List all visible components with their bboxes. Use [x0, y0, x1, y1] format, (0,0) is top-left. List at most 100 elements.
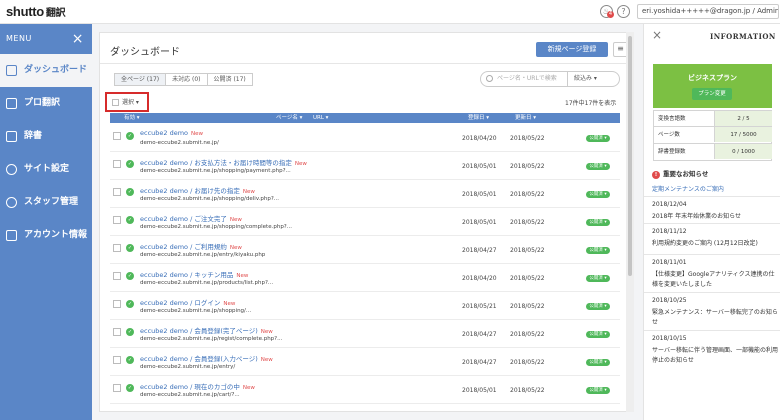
home-icon — [6, 65, 17, 76]
help-icon[interactable]: ? — [617, 5, 630, 18]
page-title-link[interactable]: eccube2 demo / 会員登録(入力ページ) New — [140, 353, 273, 363]
sidebar-item-account[interactable]: アカウント情報 — [0, 219, 92, 252]
new-badge: New — [229, 217, 242, 223]
tab-all[interactable]: 全ページ (17) — [114, 73, 167, 86]
page-title-link[interactable]: eccube2 demo / 現在のカゴの中 New — [140, 381, 255, 391]
status-badge[interactable]: 公開済 ▾ — [586, 387, 610, 394]
page-name: eccube2 demo / お支払方法・お届け時間等の指定 — [140, 159, 292, 167]
table-row[interactable]: ✓ eccube2 demo / ログイン New demo-eccube2.subm… — [110, 292, 620, 320]
table-row[interactable]: ✓ eccube2 demo / 会員登録(完了ページ) New demo-eccub… — [110, 320, 620, 348]
status-badge[interactable]: 公開済 ▾ — [586, 163, 610, 170]
page-name: eccube2 demo / お届け先の指定 — [140, 187, 240, 195]
search-input[interactable]: ページ名・URLで検索 — [480, 71, 568, 87]
row-checkbox[interactable] — [113, 132, 121, 140]
news-item[interactable]: 2018/12/04 2018年 年末年始休業のお知らせ — [652, 201, 778, 222]
page-name: eccube2 demo / ご利用規約 — [140, 243, 227, 251]
stat-value: 17 / 5000 — [714, 127, 772, 142]
user-icon — [6, 197, 17, 208]
registered-date: 2018/04/27 — [462, 359, 497, 366]
col-valid[interactable]: 有効 ▾ — [124, 113, 140, 123]
table-row[interactable]: ✓ eccube2 demo / ご利用規約 New demo-eccube2.sub… — [110, 236, 620, 264]
news-divider — [644, 292, 780, 293]
tab-published[interactable]: 公開済 (17) — [206, 73, 253, 86]
row-checkbox[interactable] — [113, 384, 121, 392]
news-divider — [644, 223, 780, 224]
sidebar-item-site-settings[interactable]: サイト設定 — [0, 153, 92, 186]
sidebar-item-dashboard[interactable]: ダッシュボード — [0, 54, 92, 87]
table-row[interactable]: ✓ eccube2 demo / キッチン用品 New demo-eccube2.su… — [110, 264, 620, 292]
status-badge[interactable]: 公開済 ▾ — [586, 247, 610, 254]
col-page-name[interactable]: ページ名 ▾ — [276, 113, 302, 123]
tab-unhandled[interactable]: 未対応 (0) — [165, 73, 208, 86]
scrollbar-thumb[interactable] — [628, 36, 632, 276]
info-close-icon[interactable]: × — [652, 28, 662, 42]
page-title-link[interactable]: eccube2 demo / ご注文完了 New — [140, 213, 242, 223]
page-title-link[interactable]: eccube2 demo / キッチン用品 New — [140, 269, 248, 279]
sidebar-item-dictionary[interactable]: 辞書 — [0, 120, 92, 153]
table-row[interactable]: ✓ eccube2 demo New demo-eccube2.submit.ne.j… — [110, 124, 620, 152]
page-title-link[interactable]: eccube2 demo New — [140, 129, 203, 137]
new-badge: New — [191, 131, 204, 137]
status-badge[interactable]: 公開済 ▾ — [586, 191, 610, 198]
app-logo[interactable]: shutto 翻訳 — [6, 4, 66, 19]
sidebar: MENU × ダッシュボード プロ翻訳 辞書 サイト設定 スタッフ管理 アカウン… — [0, 24, 92, 420]
filter-dropdown[interactable]: 絞込み ▾ — [567, 71, 620, 87]
table-row[interactable]: ✓ eccube2 demo / 会員登録(入力ページ) New demo-eccub… — [110, 348, 620, 376]
page-title-link[interactable]: eccube2 demo / 会員登録(完了ページ) New — [140, 325, 273, 335]
change-plan-button[interactable]: プラン変更 — [692, 88, 732, 100]
info-title: INFORMATION — [710, 32, 776, 41]
row-checkbox[interactable] — [113, 300, 121, 308]
table-row[interactable]: ✓ eccube2 demo / ご注文完了 New demo-eccube2.sub… — [110, 208, 620, 236]
status-badge[interactable]: 公開済 ▾ — [586, 219, 610, 226]
bulk-select-dropdown[interactable]: 選択 ▾ — [112, 97, 139, 106]
page-title-link[interactable]: eccube2 demo / ご利用規約 New — [140, 241, 242, 251]
status-badge[interactable]: 公開済 ▾ — [586, 331, 610, 338]
table-row[interactable]: ✓ eccube2 demo / お支払方法・お届け時間等の指定 New demo-e… — [110, 152, 620, 180]
col-url[interactable]: URL ▾ — [313, 113, 328, 123]
row-checkbox[interactable] — [113, 272, 121, 280]
registered-date: 2018/05/21 — [462, 303, 497, 310]
news-text: サーバー移転に伴う管理画面、一部機能の利用停止のお知らせ — [652, 347, 778, 364]
row-checkbox[interactable] — [113, 216, 121, 224]
valid-check-icon: ✓ — [126, 216, 134, 224]
row-checkbox[interactable] — [113, 160, 121, 168]
news-item[interactable]: 2018/10/15 サーバー移転に伴う管理画面、一部機能の利用停止のお知らせ — [652, 335, 778, 366]
new-page-button[interactable]: 新規ページ登録 — [536, 42, 608, 57]
news-item[interactable]: 2018/11/01 【仕様変更】Googleアナリティクス連携の仕様を変更いたし… — [652, 259, 778, 290]
page-title-link[interactable]: eccube2 demo / お支払方法・お届け時間等の指定 New — [140, 157, 307, 167]
maintenance-link[interactable]: 定期メンテナンスのご案内 — [652, 184, 724, 193]
select-all-checkbox[interactable] — [112, 99, 119, 106]
logo-text: shutto — [6, 4, 44, 19]
page-title-link[interactable]: eccube2 demo / お届け先の指定 New — [140, 185, 255, 195]
sidebar-header: MENU × — [0, 24, 92, 54]
col-updated[interactable]: 更新日 ▾ — [515, 113, 536, 123]
row-checkbox[interactable] — [113, 188, 121, 196]
user-account-select[interactable]: eri.yoshida+++++@dragon.jp / Admin — [637, 4, 779, 19]
row-checkbox[interactable] — [113, 356, 121, 364]
table-header: 有効 ▾ ページ名 ▾ URL ▾ 登録日 ▾ 更新日 ▾ — [110, 113, 620, 123]
page-name: eccube2 demo / ご注文完了 — [140, 215, 227, 223]
status-badge[interactable]: 公開済 ▾ — [586, 359, 610, 366]
news-text: 2018年 年末年始休業のお知らせ — [652, 213, 742, 220]
news-item[interactable]: 2018/10/25 緊急メンテナンス：サーバー移転完了のお知らせ — [652, 297, 778, 328]
usage-stats: 変換言語数 2 / 5 ページ数 17 / 5000 辞書登録数 0 / 100… — [653, 110, 772, 161]
valid-check-icon: ✓ — [126, 188, 134, 196]
table-row[interactable]: ✓ eccube2 demo / 現在のカゴの中 New demo-eccube2.s… — [110, 376, 620, 404]
sidebar-item-pro-translation[interactable]: プロ翻訳 — [0, 87, 92, 120]
status-badge[interactable]: 公開済 ▾ — [586, 303, 610, 310]
page-title-link[interactable]: eccube2 demo / ログイン New — [140, 297, 235, 307]
news-item[interactable]: 2018/11/12 利用規約変更のご案内 (12月12日改定) — [652, 228, 778, 249]
row-checkbox[interactable] — [113, 244, 121, 252]
new-badge: New — [294, 161, 307, 167]
row-checkbox[interactable] — [113, 328, 121, 336]
notice-title: 重要なお知らせ — [663, 170, 709, 178]
status-badge[interactable]: 公開済 ▾ — [586, 135, 610, 142]
sidebar-item-staff[interactable]: スタッフ管理 — [0, 186, 92, 219]
page-title-link[interactable]: eccube2 demo / 購入履歴一覧New — [140, 409, 248, 411]
col-registered[interactable]: 登録日 ▾ — [468, 113, 489, 123]
table-row[interactable]: ✓eccube2 demo / 購入履歴一覧New — [110, 404, 620, 411]
page-url: demo-eccube2.submit.ne.jp/products/list.… — [140, 280, 274, 286]
table-row[interactable]: ✓ eccube2 demo / お届け先の指定 New demo-eccube2.s… — [110, 180, 620, 208]
status-badge[interactable]: 公開済 ▾ — [586, 275, 610, 282]
sidebar-close-icon[interactable]: × — [72, 24, 84, 54]
